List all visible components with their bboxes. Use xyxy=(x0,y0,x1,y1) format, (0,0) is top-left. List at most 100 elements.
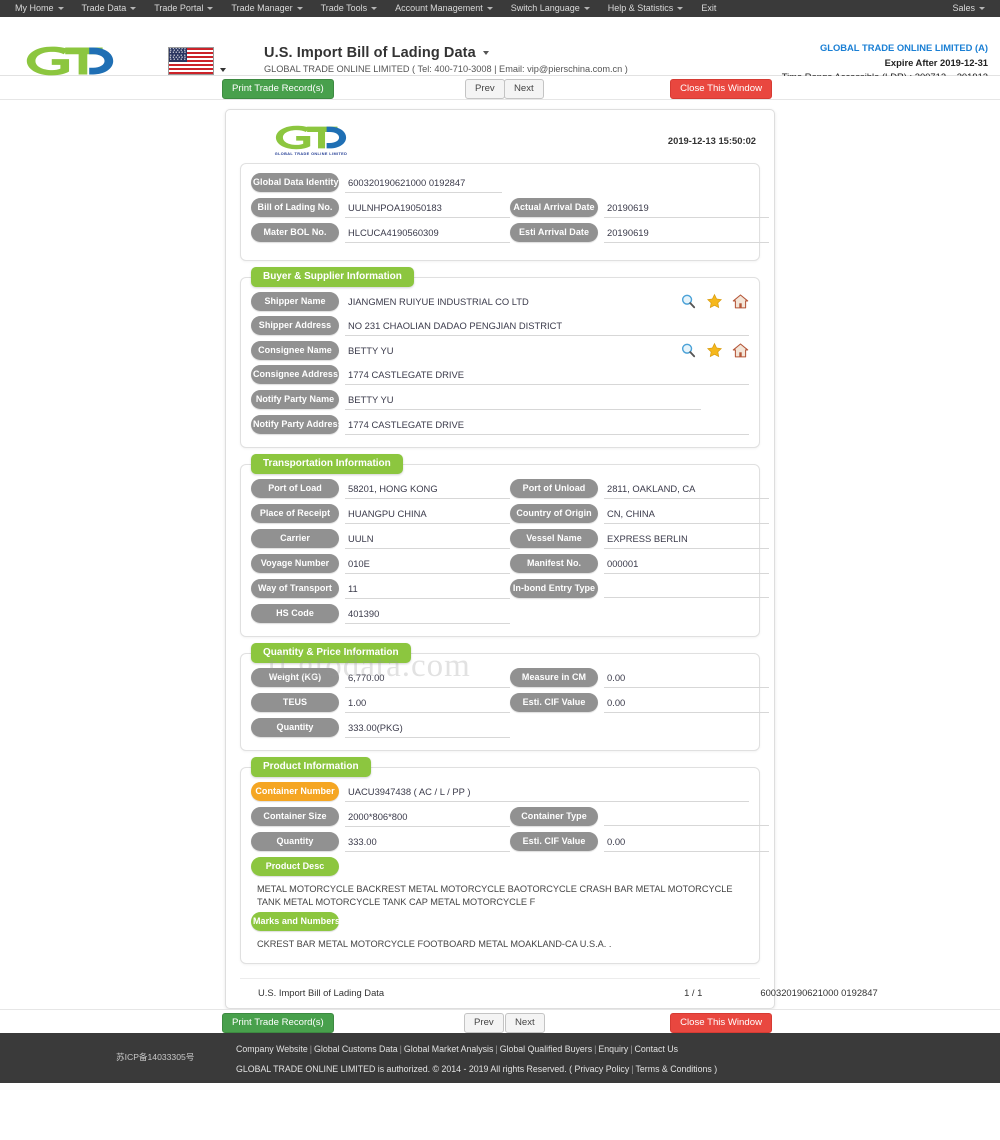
chevron-down-icon xyxy=(220,68,226,72)
inbond-entry-type-label: In-bond Entry Type xyxy=(510,579,598,598)
nav-item-exit[interactable]: Exit xyxy=(692,0,725,17)
prev-button[interactable]: Prev xyxy=(465,79,505,99)
marks-and-numbers-label: Marks and Numbers xyxy=(251,912,340,931)
document-footer-title: U.S. Import Bill of Lading Data xyxy=(258,986,385,998)
company-contact-line: GLOBAL TRADE ONLINE LIMITED ( Tel: 400-7… xyxy=(264,64,628,74)
next-button-bottom[interactable]: Next xyxy=(505,1012,545,1033)
carrier-field: Carrier UULN xyxy=(251,529,510,549)
nav-item-trade-data[interactable]: Trade Data xyxy=(73,0,146,17)
next-button[interactable]: Next xyxy=(504,79,544,99)
nav-item-label: Switch Language xyxy=(510,3,580,13)
star-icon[interactable] xyxy=(706,293,723,310)
close-window-button-bottom[interactable]: Close This Window xyxy=(670,1012,772,1033)
print-trade-records-button-bottom[interactable]: Print Trade Record(s) xyxy=(222,1012,334,1033)
nav-item-label: Exit xyxy=(701,3,717,13)
qp-row-2: TEUS 1.00 Esti. CIF Value 0.00 xyxy=(251,693,769,713)
nav-item-my-home[interactable]: My Home xyxy=(6,0,73,17)
vessel-name-label: Vessel Name xyxy=(510,529,598,548)
footer-link-global-market-analysis[interactable]: Global Market Analysis xyxy=(404,1044,493,1054)
nav-item-account-management[interactable]: Account Management xyxy=(386,0,502,17)
icp-license-number: 苏ICP备14033305号 xyxy=(116,1051,195,1062)
product-desc-label: Product Desc xyxy=(251,857,339,876)
footer-link-global-qualified-buyers[interactable]: Global Qualified Buyers xyxy=(500,1044,592,1054)
bill-of-lading-label: Bill of Lading No. xyxy=(251,198,339,217)
consignee-address-label: Consignee Address xyxy=(251,365,339,384)
action-bar-top: Print Trade Record(s) Prev Next Close Th… xyxy=(0,76,1000,100)
container-size-label: Container Size xyxy=(251,807,339,826)
country-of-origin-field: Country of Origin CN, CHINA xyxy=(510,504,769,524)
shipper-actions xyxy=(680,292,749,310)
star-icon[interactable] xyxy=(706,342,723,359)
esti-arrival-date-value: 20190619 xyxy=(604,223,769,243)
chevron-down-icon xyxy=(207,7,214,11)
teus-value: 1.00 xyxy=(345,693,510,713)
master-bol-value: HLCUCA4190560309 xyxy=(345,223,510,243)
hs-code-value: 401390 xyxy=(345,604,510,624)
voyage-number-label: Voyage Number xyxy=(251,554,339,573)
chevron-down-icon xyxy=(296,7,303,11)
place-of-receipt-label: Place of Receipt xyxy=(251,504,339,523)
print-trade-records-button[interactable]: Print Trade Record(s) xyxy=(222,79,334,99)
identity-row-3: Mater BOL No. HLCUCA4190560309 Esti Arri… xyxy=(251,223,769,243)
product-quantity-value: 333.00 xyxy=(345,832,510,852)
container-type-label: Container Type xyxy=(510,807,598,826)
product-information-panel: Product Information Container Number UAC… xyxy=(240,757,769,964)
nav-item-label: Help & Statistics xyxy=(607,3,674,13)
footer-link-global-customs-data[interactable]: Global Customs Data xyxy=(314,1044,398,1054)
container-number-field: Container Number UACU3947438 ( AC / L / … xyxy=(251,782,749,802)
carrier-label: Carrier xyxy=(251,529,339,548)
nav-item-sales[interactable]: Sales xyxy=(943,0,994,17)
product-desc-label-row: Product Desc xyxy=(251,857,749,876)
home-icon[interactable] xyxy=(732,293,749,310)
teus-field: TEUS 1.00 xyxy=(251,693,510,713)
home-icon[interactable] xyxy=(732,342,749,359)
nav-item-trade-tools[interactable]: Trade Tools xyxy=(312,0,387,17)
nav-item-label: My Home xyxy=(15,3,54,13)
product-quantity-field: Quantity 333.00 xyxy=(251,832,510,852)
nav-item-label: Sales xyxy=(952,3,975,13)
account-name[interactable]: GLOBAL TRADE ONLINE LIMITED (A) xyxy=(782,41,988,56)
measure-label: Measure in CM xyxy=(510,668,598,687)
prev-button-bottom[interactable]: Prev xyxy=(464,1012,504,1033)
vessel-name-field: Vessel Name EXPRESS BERLIN xyxy=(510,529,769,549)
nav-item-trade-manager[interactable]: Trade Manager xyxy=(222,0,311,17)
search-icon[interactable] xyxy=(680,293,697,310)
way-of-transport-label: Way of Transport xyxy=(251,579,339,598)
product-row-3: Quantity 333.00 Esti. CIF Value 0.00 xyxy=(251,832,769,852)
chevron-down-icon xyxy=(583,7,590,11)
nav-right-group: Sales xyxy=(943,0,994,17)
product-information-panel-title: Product Information xyxy=(251,757,371,777)
actual-arrival-date-label: Actual Arrival Date xyxy=(510,198,598,217)
company-logo[interactable] xyxy=(22,43,118,79)
search-icon[interactable] xyxy=(680,342,697,359)
port-of-unload-value: 2811, OAKLAND, CA xyxy=(604,479,769,499)
footer-link-privacy-policy[interactable]: Privacy Policy xyxy=(574,1064,629,1074)
manifest-no-value: 000001 xyxy=(604,554,769,574)
page-footer: 苏ICP备14033305号 Company Website | Global Cu… xyxy=(0,1032,1000,1083)
page-title[interactable]: U.S. Import Bill of Lading Data xyxy=(264,45,489,61)
close-window-button[interactable]: Close This Window xyxy=(670,79,772,99)
consignee-name-row: Consignee Name BETTY YU xyxy=(251,341,749,360)
qp-row-1: Weight (KG) 6,770.00 Measure in CM 0.00 xyxy=(251,668,769,688)
consignee-name-label: Consignee Name xyxy=(251,341,339,360)
footer-link-contact-us[interactable]: Contact Us xyxy=(635,1044,679,1054)
chevron-down-icon xyxy=(486,7,493,11)
buyer-supplier-panel-title: Buyer & Supplier Information xyxy=(251,267,414,287)
nav-item-switch-language[interactable]: Switch Language xyxy=(502,0,599,17)
esti-cif-value-label: Esti. CIF Value xyxy=(510,693,598,712)
footer-link-company-website[interactable]: Company Website xyxy=(236,1044,308,1054)
port-of-load-field: Port of Load 58201, HONG KONG xyxy=(251,479,510,499)
nav-item-help-statistics[interactable]: Help & Statistics xyxy=(599,0,693,17)
manifest-no-field: Manifest No. 000001 xyxy=(510,554,769,574)
actual-arrival-date-field: Actual Arrival Date 20190619 xyxy=(510,198,769,218)
country-flag-selector[interactable]: ★ ★ ★ ★ ★ ★ ★ ★ ★ ★ ★ ★ ★ ★ ★ ★ ★ ★ ★ ★ ★ ★ ★ ★ ★ ★ ★ ★ ★ ★ ★ ★ ★ xyxy=(168,47,226,75)
account-expire: Expire After 2019-12-31 xyxy=(884,56,988,68)
page-header: GLOBAL TRADE ONLINE LIMITED ★★★★★★ ★★★★★… xyxy=(0,17,1000,84)
weight-field: Weight (KG) 6,770.00 xyxy=(251,668,510,688)
chevron-down-icon xyxy=(482,51,489,56)
footer-link-terms-conditions[interactable]: Terms & Conditions xyxy=(636,1064,712,1074)
master-bol-label: Mater BOL No. xyxy=(251,223,339,242)
nav-item-trade-portal[interactable]: Trade Portal xyxy=(145,0,222,17)
footer-link-enquiry[interactable]: Enquiry xyxy=(598,1044,628,1054)
quantity-price-panel-title: Quantity & Price Information xyxy=(251,643,411,663)
